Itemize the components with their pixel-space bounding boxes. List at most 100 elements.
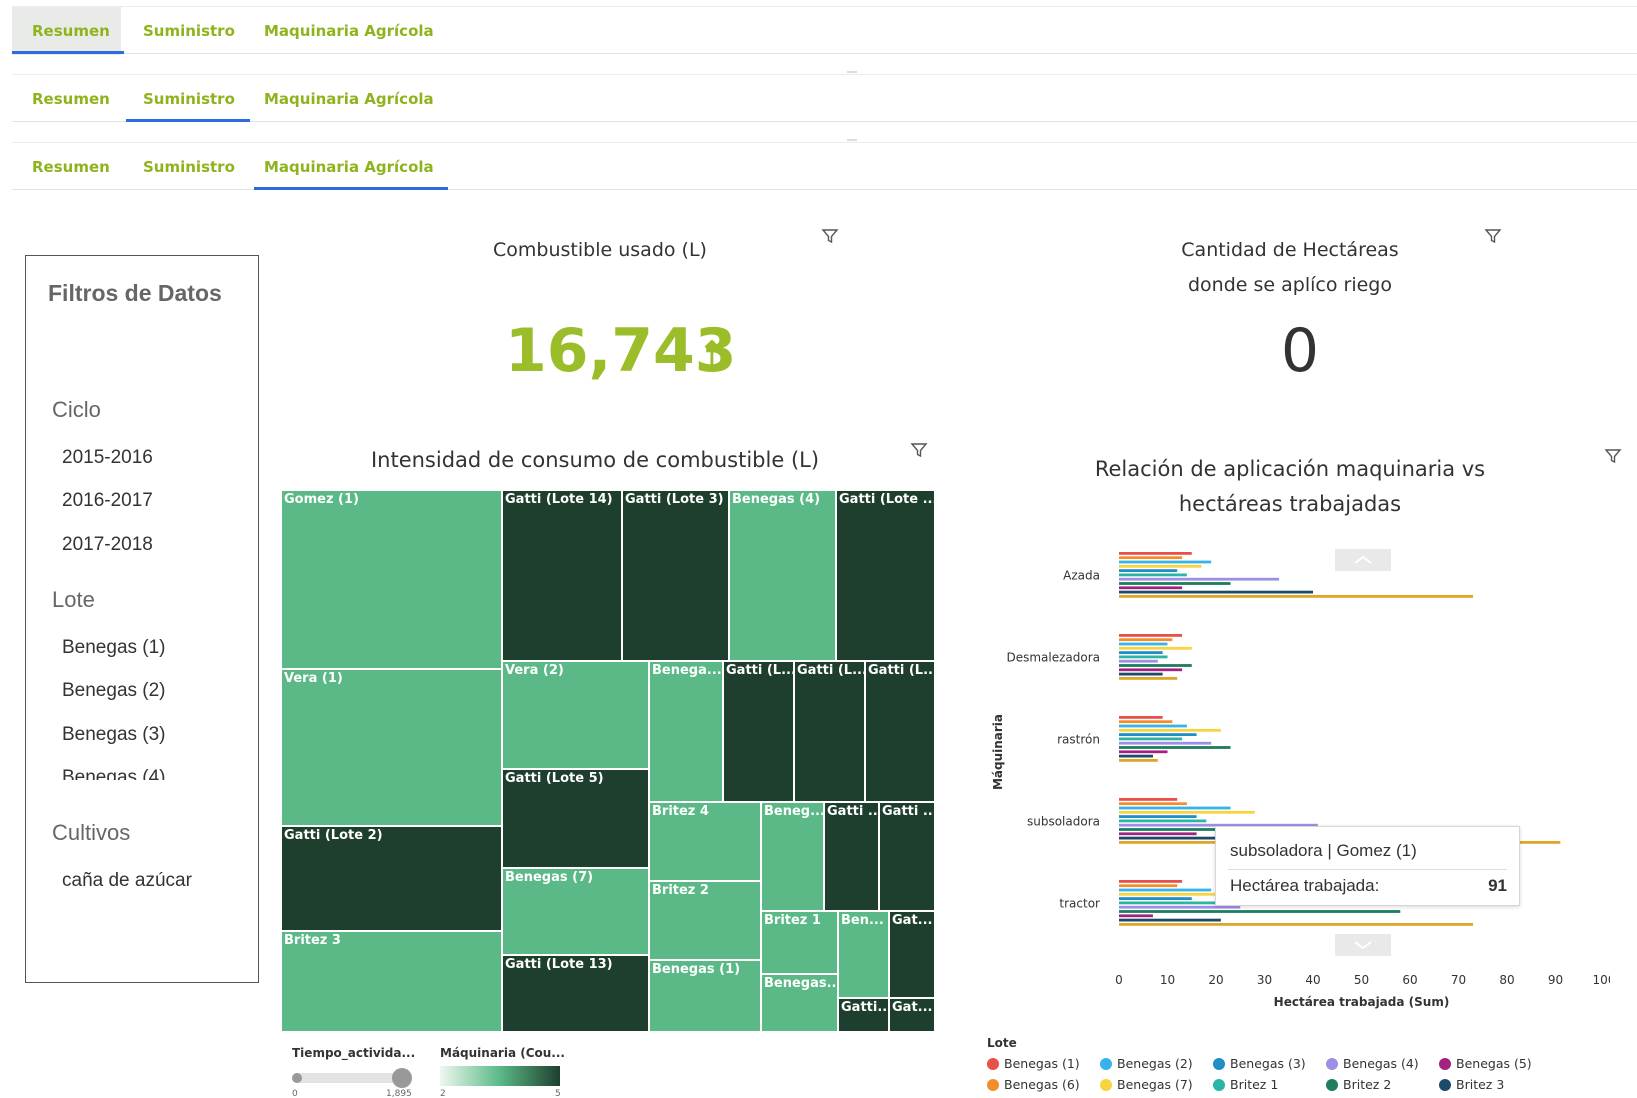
- bar[interactable]: [1119, 672, 1163, 676]
- bar[interactable]: [1119, 810, 1255, 814]
- tab-resumen[interactable]: Resumen: [12, 143, 130, 191]
- treemap-cell[interactable]: Benegas (1): [649, 960, 761, 1032]
- filter-scroll-area[interactable]: Ciclo 2015-2016 2016-2017 2017-2018 Lote…: [26, 256, 258, 780]
- treemap-cell[interactable]: Beneg...: [761, 802, 824, 911]
- treemap-cell[interactable]: Gatti...: [838, 998, 889, 1032]
- legend-item[interactable]: Benegas (1): [987, 1056, 1080, 1071]
- bar[interactable]: [1119, 918, 1221, 922]
- filter-funnel-icon[interactable]: [1604, 447, 1622, 465]
- treemap-cell[interactable]: Benegas (4): [729, 490, 836, 661]
- treemap-cell[interactable]: Britez 3: [281, 931, 502, 1032]
- bar[interactable]: [1119, 642, 1168, 646]
- treemap-cell[interactable]: Gatti (Lote 5): [502, 769, 649, 868]
- bar[interactable]: [1119, 564, 1202, 568]
- bar[interactable]: [1119, 897, 1192, 900]
- treemap-cell[interactable]: Ben...: [838, 911, 889, 998]
- bar[interactable]: [1119, 733, 1197, 736]
- filter-funnel-icon[interactable]: [910, 441, 928, 459]
- bar[interactable]: [1119, 914, 1153, 918]
- bar[interactable]: [1119, 651, 1163, 654]
- bar[interactable]: [1119, 901, 1216, 905]
- bar[interactable]: [1119, 728, 1221, 732]
- bar[interactable]: [1119, 905, 1241, 909]
- bar[interactable]: [1119, 910, 1401, 913]
- treemap-cell[interactable]: Britez 1: [761, 911, 838, 974]
- bar[interactable]: [1119, 750, 1168, 754]
- bar[interactable]: [1119, 586, 1183, 590]
- bar[interactable]: [1119, 659, 1158, 663]
- treemap-cell[interactable]: Benegas...: [761, 974, 838, 1032]
- bar[interactable]: [1119, 741, 1212, 745]
- bar[interactable]: [1119, 798, 1178, 801]
- bar[interactable]: [1119, 737, 1183, 741]
- legend-item[interactable]: Benegas (4): [1326, 1056, 1419, 1071]
- treemap-cell[interactable]: Gatti (Lote 13): [502, 955, 649, 1032]
- bar[interactable]: [1119, 582, 1231, 585]
- treemap-cell[interactable]: Vera (1): [281, 669, 502, 826]
- treemap-cell[interactable]: Britez 2: [649, 881, 761, 960]
- bar[interactable]: [1119, 815, 1197, 818]
- lote-option[interactable]: Benegas (1): [62, 637, 166, 659]
- bar[interactable]: [1119, 552, 1192, 555]
- bar[interactable]: [1119, 716, 1163, 719]
- treemap-cell[interactable]: Britez 4: [649, 802, 761, 881]
- legend-item[interactable]: Britez 3: [1439, 1077, 1504, 1092]
- time-range-slider[interactable]: [292, 1073, 406, 1083]
- ciclo-option[interactable]: 2016-2017: [62, 490, 153, 512]
- legend-item[interactable]: Britez 1: [1213, 1077, 1278, 1092]
- tab-suministro[interactable]: Suministro: [123, 75, 255, 123]
- treemap-cell[interactable]: Benegas (7): [502, 868, 649, 955]
- bar[interactable]: [1119, 646, 1192, 650]
- filter-funnel-icon[interactable]: [821, 227, 839, 245]
- bar[interactable]: [1119, 832, 1197, 836]
- bar[interactable]: [1119, 802, 1187, 806]
- treemap-cell[interactable]: Vera (2): [502, 661, 649, 769]
- bar[interactable]: [1119, 806, 1231, 810]
- bar[interactable]: [1119, 634, 1183, 637]
- bar[interactable]: [1119, 677, 1178, 680]
- bar[interactable]: [1119, 560, 1212, 564]
- legend-item[interactable]: Britez 2: [1326, 1077, 1391, 1092]
- bar[interactable]: [1119, 884, 1178, 888]
- tab-suministro[interactable]: Suministro: [123, 7, 255, 55]
- legend-item[interactable]: Benegas (7): [1100, 1077, 1193, 1092]
- bar[interactable]: [1119, 819, 1207, 823]
- treemap-cell[interactable]: Benega...: [649, 661, 723, 802]
- bar[interactable]: [1119, 556, 1183, 560]
- legend-item[interactable]: Benegas (3): [1213, 1056, 1306, 1071]
- bar[interactable]: [1119, 655, 1168, 659]
- treemap-cell[interactable]: Gomez (1): [281, 490, 502, 669]
- treemap-cell[interactable]: Gatti ...: [824, 802, 879, 911]
- treemap-cell[interactable]: Gatti ...: [879, 802, 935, 911]
- bar[interactable]: [1119, 569, 1178, 572]
- bar[interactable]: [1119, 724, 1187, 728]
- treemap-cell[interactable]: Gatti (Lote 2): [281, 826, 502, 931]
- bar[interactable]: [1119, 573, 1187, 577]
- scroll-up-button[interactable]: [1335, 549, 1391, 571]
- treemap-cell[interactable]: Gatti (L...: [723, 661, 794, 802]
- treemap-cell[interactable]: Gatti (Lote ...: [836, 490, 935, 661]
- treemap-cell[interactable]: Gatti (L...: [865, 661, 935, 802]
- slider-handle-max[interactable]: [392, 1068, 412, 1088]
- bar[interactable]: [1119, 668, 1183, 672]
- tab-resumen[interactable]: Resumen: [12, 7, 121, 55]
- cultivo-option[interactable]: caña de azúcar: [62, 870, 192, 892]
- treemap-cell[interactable]: Gat...: [889, 911, 935, 998]
- lote-option[interactable]: Benegas (4): [62, 767, 166, 780]
- treemap-cell[interactable]: Gatti (L...: [794, 661, 865, 802]
- tab-maquinaria[interactable]: Maquinaria Agrícola: [244, 143, 454, 191]
- bar[interactable]: [1119, 720, 1173, 724]
- ciclo-option[interactable]: 2017-2018: [62, 534, 153, 556]
- treemap-cell[interactable]: Gatti (Lote 3): [622, 490, 729, 661]
- bar[interactable]: [1119, 754, 1153, 758]
- slider-handle-min[interactable]: [292, 1073, 302, 1083]
- bar[interactable]: [1119, 880, 1183, 883]
- treemap-cell[interactable]: Gat...: [889, 998, 935, 1032]
- bar[interactable]: [1119, 746, 1231, 749]
- tab-resumen[interactable]: Resumen: [12, 75, 130, 123]
- legend-item[interactable]: Benegas (5): [1439, 1056, 1532, 1071]
- lote-option[interactable]: Benegas (2): [62, 680, 166, 702]
- bar[interactable]: [1119, 759, 1158, 762]
- scroll-down-button[interactable]: [1335, 934, 1391, 956]
- bar[interactable]: [1119, 595, 1474, 598]
